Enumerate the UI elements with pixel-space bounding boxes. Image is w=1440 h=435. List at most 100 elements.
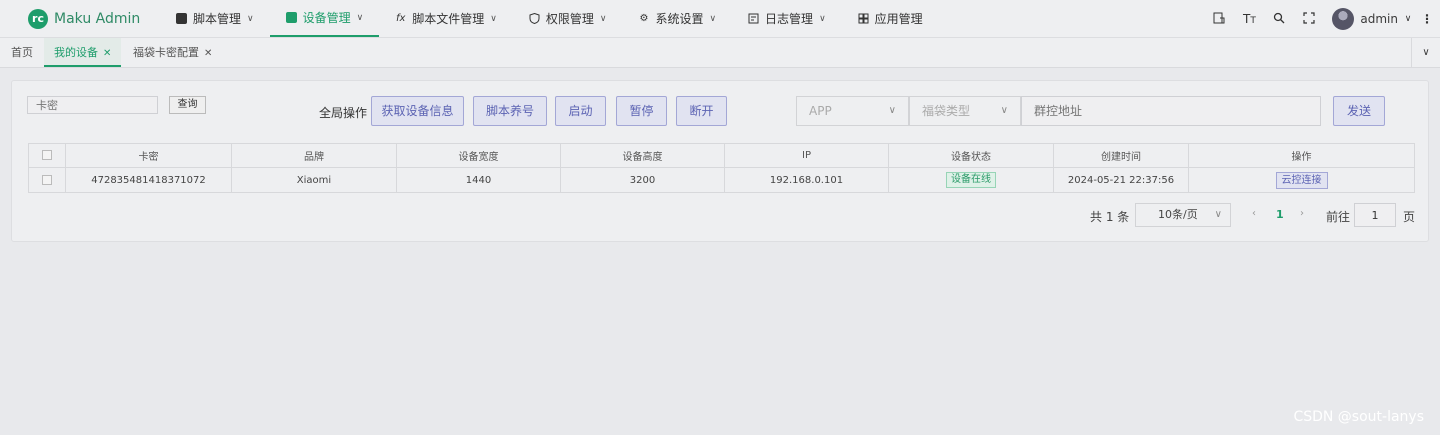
device-box-icon: [285, 12, 297, 23]
status-cell: 设备在线: [888, 167, 1054, 193]
table-header-row: 卡密 品牌 设备宽度 设备高度 IP 设备状态 创建时间 操作: [28, 143, 1415, 168]
chevron-down-icon: ∨: [1214, 209, 1222, 220]
close-icon[interactable]: ✕: [204, 48, 212, 59]
script-box-icon: [176, 13, 187, 24]
column-header: 创建时间: [1053, 143, 1189, 168]
translate-icon[interactable]: [1204, 12, 1234, 27]
tabs-dropdown[interactable]: ∨: [1411, 38, 1440, 67]
app-title[interactable]: Maku Admin: [54, 9, 140, 29]
chevron-down-icon[interactable]: ∨: [1402, 14, 1414, 24]
shield-icon: [529, 12, 540, 25]
tab-label: 首页: [11, 46, 33, 59]
menu-item-device[interactable]: 设备管理 ∨: [269, 0, 380, 37]
main-menu: 脚本管理 ∨ 设备管理 ∨ fx 脚本文件管理 ∨ 权限管理 ∨ ⚙ 系统设置 …: [160, 0, 939, 38]
column-header: 卡密: [65, 143, 232, 168]
goto-page-input[interactable]: [1354, 203, 1396, 227]
brand-cell: Xiaomi: [231, 167, 397, 193]
chevron-down-icon: ∨: [599, 13, 607, 24]
width-cell: 1440: [396, 167, 561, 193]
menu-item-label: 日志管理: [765, 12, 814, 26]
goto-label: 前往: [1326, 210, 1351, 224]
watermark: CSDN @sout-lanys: [1293, 409, 1424, 425]
row-checkbox[interactable]: [42, 174, 52, 185]
user-name[interactable]: admin: [1360, 12, 1398, 26]
more-vertical-icon[interactable]: ⋮: [1414, 12, 1440, 26]
tab-label: 我的设备: [54, 46, 98, 59]
disconnect-button[interactable]: 断开: [676, 96, 727, 126]
lucky-bag-type-select[interactable]: 福袋类型 ∨: [909, 96, 1021, 126]
column-header: 设备宽度: [396, 143, 561, 168]
table-row: 472835481418371072 Xiaomi 1440 3200 192.…: [28, 167, 1415, 193]
chevron-down-icon: ∨: [490, 13, 497, 24]
menu-item-label: 设备管理: [302, 11, 351, 25]
tab-my-devices[interactable]: 我的设备 ✕: [44, 38, 122, 67]
app-logo[interactable]: rc: [28, 9, 48, 29]
tab-label: 福袋卡密配置: [133, 46, 199, 59]
select-all-checkbox[interactable]: [42, 150, 52, 160]
next-page-icon[interactable]: ›: [1300, 208, 1304, 219]
send-button[interactable]: 发送: [1333, 96, 1385, 126]
group-control-address-input[interactable]: [1021, 96, 1321, 126]
menu-item-script-files[interactable]: fx 脚本文件管理 ∨: [379, 0, 513, 37]
get-device-info-button[interactable]: 获取设备信息: [371, 96, 464, 126]
app-select-placeholder: APP: [809, 104, 832, 118]
page-suffix: 页: [1403, 210, 1416, 224]
created-cell: 2024-05-21 22:37:56: [1053, 167, 1189, 193]
device-card: 查询 全局操作 获取设备信息 脚本养号 启动 暂停 断开 APP ∨ 福袋类型 …: [11, 80, 1429, 242]
column-header: 品牌: [231, 143, 397, 168]
device-table: 卡密 品牌 设备宽度 设备高度 IP 设备状态 创建时间 操作 47283548…: [28, 143, 1415, 193]
top-navbar: rc Maku Admin 脚本管理 ∨ 设备管理 ∨ fx 脚本文件管理 ∨ …: [0, 0, 1440, 38]
fullscreen-icon[interactable]: [1294, 11, 1324, 27]
menu-item-system[interactable]: ⚙ 系统设置 ∨: [622, 0, 732, 37]
menu-item-label: 应用管理: [874, 12, 923, 26]
menu-item-script[interactable]: 脚本管理 ∨: [160, 0, 270, 37]
start-button[interactable]: 启动: [555, 96, 606, 126]
tab-home[interactable]: 首页: [11, 38, 33, 67]
type-select-placeholder: 福袋类型: [922, 104, 971, 118]
font-size-icon[interactable]: TT: [1234, 12, 1264, 26]
close-icon[interactable]: ✕: [103, 48, 111, 59]
chevron-down-icon: ∨: [709, 13, 717, 24]
menu-item-label: 脚本文件管理: [412, 12, 485, 26]
cloud-connect-button[interactable]: 云控连接: [1275, 171, 1328, 189]
tabs-bar: 首页 我的设备 ✕ 福袋卡密配置 ✕ ∨: [0, 38, 1440, 68]
card-cell: 472835481418371072: [65, 167, 232, 193]
card-search-input[interactable]: [27, 96, 158, 114]
tab-lucky-bag-config[interactable]: 福袋卡密配置 ✕: [133, 38, 212, 67]
search-icon[interactable]: [1264, 12, 1294, 27]
fx-icon: fx: [395, 13, 406, 24]
column-header: IP: [724, 143, 889, 168]
menu-item-app[interactable]: 应用管理: [842, 0, 939, 37]
menu-item-label: 权限管理: [545, 12, 594, 26]
script-nurture-button[interactable]: 脚本养号: [473, 96, 547, 126]
prev-page-icon[interactable]: ‹: [1252, 208, 1256, 219]
ip-cell: 192.168.0.101: [724, 167, 889, 193]
page-size-select[interactable]: 10条/页 ∨: [1135, 203, 1231, 227]
page-size-value: 10条/页: [1158, 208, 1198, 221]
menu-item-permission[interactable]: 权限管理 ∨: [513, 0, 623, 37]
row-select-cell[interactable]: [28, 167, 66, 193]
select-all-cell[interactable]: [28, 143, 66, 168]
menu-item-log[interactable]: 日志管理 ∨: [732, 0, 842, 37]
app-select[interactable]: APP ∨: [796, 96, 909, 126]
column-header: 设备高度: [560, 143, 725, 168]
global-ops-label: 全局操作: [319, 106, 368, 120]
chevron-down-icon: ∨: [247, 13, 254, 24]
avatar[interactable]: [1332, 8, 1355, 30]
header-tools: TT admin ∨ ⋮: [1204, 0, 1440, 38]
total-count: 共 1 条: [1090, 210, 1130, 224]
query-button[interactable]: 查询: [169, 96, 206, 114]
pause-button[interactable]: 暂停: [616, 96, 667, 126]
chevron-down-icon: ∨: [356, 12, 364, 23]
chevron-down-icon: ∨: [1422, 47, 1430, 58]
chevron-down-icon: ∨: [819, 13, 826, 24]
chevron-down-icon: ∨: [888, 105, 896, 116]
chevron-down-icon: ∨: [1000, 105, 1008, 116]
gear-icon: ⚙: [639, 13, 649, 24]
menu-item-label: 脚本管理: [193, 12, 242, 26]
column-header: 设备状态: [888, 143, 1054, 168]
grid-icon: [858, 13, 869, 24]
menu-item-label: 系统设置: [655, 12, 704, 26]
page-number-current[interactable]: 1: [1276, 208, 1284, 221]
height-cell: 3200: [560, 167, 725, 193]
